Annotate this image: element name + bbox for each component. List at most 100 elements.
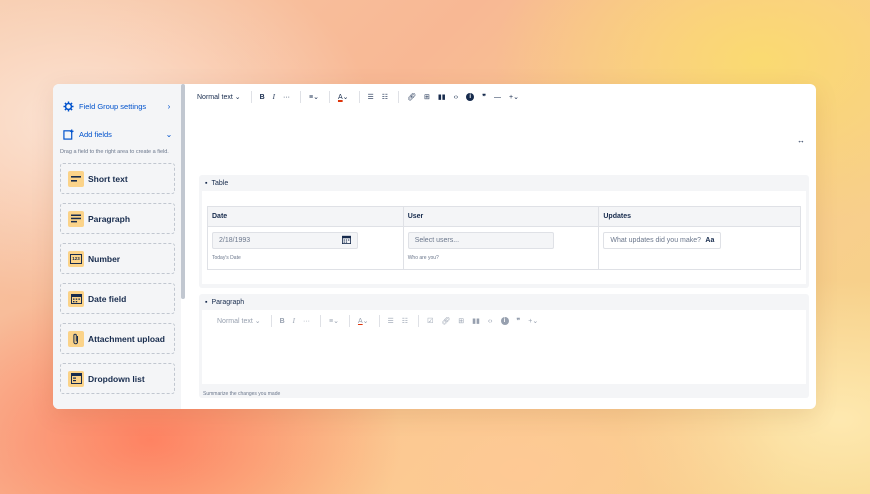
code-icon[interactable]: ‹› (485, 314, 496, 328)
field-item-dropdown[interactable]: Dropdown list (60, 363, 175, 394)
sidebar-scrollbar[interactable] (181, 84, 185, 299)
bullet-list-icon[interactable]: ☰ (385, 314, 397, 328)
text-style-label: Normal text (217, 317, 253, 325)
more-icon[interactable]: ··· (280, 90, 293, 104)
updates-input[interactable]: What updates did you make? Aa (603, 232, 722, 249)
toolbar-divider (418, 315, 420, 327)
gear-icon (62, 100, 74, 112)
document-icon: ▪ (205, 179, 208, 187)
bullet-list-icon[interactable]: ☰ (365, 90, 377, 104)
field-item-attachment[interactable]: Attachment upload (60, 323, 175, 354)
toolbar-divider (250, 91, 252, 103)
more-icon[interactable]: ··· (300, 314, 313, 328)
table-block-header: ▪ Table (199, 175, 809, 191)
quote-icon[interactable]: ❞ (479, 90, 489, 104)
number-icon-text: 123 (70, 253, 82, 264)
code-icon[interactable]: ‹› (451, 90, 462, 104)
numbered-list-icon[interactable]: ☷ (399, 314, 411, 328)
toolbar-divider (320, 315, 322, 327)
header-updates: Updates (598, 206, 801, 227)
text-style-label: Normal text (197, 93, 233, 101)
short-text-icon (68, 170, 84, 187)
dropdown-icon (68, 370, 84, 387)
paragraph-block-title: Paragraph (211, 298, 245, 306)
numbered-list-icon[interactable]: ☷ (379, 90, 391, 104)
field-item-number[interactable]: 123 Number (60, 243, 175, 274)
bold-icon[interactable]: B (257, 90, 268, 104)
date-input[interactable]: 2/18/1993 (212, 232, 358, 249)
date-hint: Today's Date (212, 255, 241, 261)
field-item-date[interactable]: Date field (60, 283, 175, 314)
add-fields-row[interactable]: Add fields ⌄ (60, 122, 175, 146)
divider-icon[interactable]: — (491, 90, 504, 104)
field-item-short-text[interactable]: Short text (60, 163, 175, 194)
add-fields-label: Add fields (79, 129, 112, 139)
calendar-icon[interactable] (342, 235, 351, 246)
field-group-settings-row[interactable]: Field Group settings › (60, 94, 175, 118)
user-cell: Select users... Who are you? (402, 226, 600, 270)
paperclip-icon (68, 330, 84, 347)
table-block: ▪ Table Date User Updates 2/18/1993 Toda… (199, 175, 809, 288)
toolbar-divider (378, 315, 380, 327)
paragraph-block-header: ▪ Paragraph (199, 294, 809, 310)
chevron-down-icon: ⌄ (165, 129, 173, 139)
app-window: Field Group settings › Add fields ⌄ Drag… (53, 84, 816, 409)
info-icon[interactable]: i (463, 90, 477, 104)
columns-icon[interactable]: ▮▮ (469, 314, 483, 328)
date-value: 2/18/1993 (219, 237, 251, 244)
align-icon[interactable]: ≡⌄ (326, 314, 342, 328)
field-item-label: Paragraph (88, 213, 131, 224)
info-icon[interactable]: i (498, 314, 512, 328)
field-item-paragraph[interactable]: Paragraph (60, 203, 175, 234)
field-item-label: Short text (88, 173, 128, 184)
table-block-title: Table (211, 179, 229, 187)
insert-plus-icon[interactable]: +⌄ (525, 314, 541, 328)
field-group-settings-label: Field Group settings (79, 101, 147, 111)
document-icon: ▪ (205, 298, 208, 306)
checkbox-icon[interactable]: ☑ (424, 314, 436, 328)
paragraph-hint: Summarize the changes you made (203, 391, 281, 397)
quote-icon[interactable]: ❞ (514, 314, 524, 328)
text-color-icon[interactable]: A ⌄ (335, 90, 352, 104)
text-style-dropdown[interactable]: Normal text ⌄ (214, 314, 264, 328)
link-icon[interactable]: 🔗︎ (404, 90, 419, 104)
field-item-label: Attachment upload (88, 333, 165, 344)
bold-icon[interactable]: B (277, 314, 288, 328)
text-color-icon[interactable]: A ⌄ (355, 314, 372, 328)
insert-plus-icon[interactable]: +⌄ (506, 90, 522, 104)
number-icon: 123 (68, 250, 84, 267)
italic-icon[interactable]: I (270, 90, 278, 104)
toolbar-divider (398, 91, 400, 103)
header-date: Date (207, 206, 404, 227)
add-field-icon (62, 128, 74, 140)
paragraph-toolbar: Normal text ⌄ B I ··· ≡⌄ A⌄ ☰ ☷ ☑ 🔗︎ ⊞ (202, 310, 806, 332)
toolbar-divider (270, 315, 272, 327)
align-icon[interactable]: ≡⌄ (306, 90, 322, 104)
expand-icon[interactable]: ↔ (797, 136, 805, 145)
field-item-label: Dropdown list (88, 373, 145, 384)
editor-main: Normal text ⌄ B I ··· ≡⌄ A ⌄ ☰ ☷ 🔗︎ ⊞ ▮▮ … (187, 84, 816, 409)
italic-icon[interactable]: I (290, 314, 298, 328)
header-user: User (402, 206, 600, 227)
link-icon[interactable]: 🔗︎ (438, 314, 453, 328)
drag-hint: Drag a field to the right area to create… (60, 149, 169, 155)
field-item-label: Date field (88, 293, 127, 304)
user-hint: Who are you? (407, 255, 439, 261)
updates-placeholder: What updates did you make? (610, 237, 702, 244)
table-icon[interactable]: ⊞ (455, 314, 467, 328)
editor-toolbar: Normal text ⌄ B I ··· ≡⌄ A ⌄ ☰ ☷ 🔗︎ ⊞ ▮▮ … (187, 84, 816, 110)
text-format-icon: Aa (705, 237, 715, 244)
calendar-icon (68, 290, 84, 307)
toolbar-divider (300, 91, 302, 103)
field-sidebar: Field Group settings › Add fields ⌄ Drag… (53, 84, 181, 409)
columns-icon[interactable]: ▮▮ (435, 90, 449, 104)
fields-table: Date User Updates 2/18/1993 Today's Date… (207, 206, 801, 270)
user-picker[interactable]: Select users... (407, 232, 554, 249)
table-container: Date User Updates 2/18/1993 Today's Date… (202, 191, 806, 284)
toolbar-divider (358, 91, 360, 103)
paragraph-editor[interactable]: Normal text ⌄ B I ··· ≡⌄ A⌄ ☰ ☷ ☑ 🔗︎ ⊞ (202, 310, 806, 384)
table-icon[interactable]: ⊞ (421, 90, 433, 104)
toolbar-divider (348, 315, 350, 327)
text-style-dropdown[interactable]: Normal text ⌄ (194, 90, 244, 104)
updates-cell: What updates did you make? Aa (598, 226, 801, 270)
